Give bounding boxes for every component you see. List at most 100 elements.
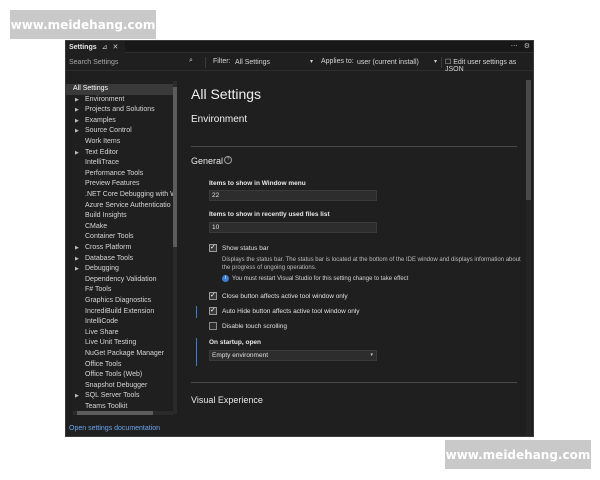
edit-json-button[interactable]: ☐ Edit user settings as JSON <box>445 58 534 73</box>
sidebar-item-label: SQL Server Tools <box>85 392 140 400</box>
scrollbar-thumb[interactable] <box>526 80 531 200</box>
sidebar-item[interactable]: Live Unit Testing <box>65 338 173 349</box>
filter-dropdown[interactable]: All Settings ▾ <box>233 56 315 69</box>
sidebar-item-label: Live Share <box>85 328 119 336</box>
chevron-right-icon[interactable]: ▶ <box>75 116 79 127</box>
gear-icon[interactable]: ⚙ <box>524 43 530 50</box>
sidebar-item[interactable]: ▶ Database Tools <box>65 254 173 265</box>
sidebar-item[interactable]: Container Tools <box>65 232 173 243</box>
sidebar-item[interactable]: IncrediBuild Extension <box>65 307 173 318</box>
sidebar-item[interactable]: ▶ Debugging <box>65 264 173 275</box>
sidebar-item[interactable]: Live Share <box>65 328 173 339</box>
chevron-right-icon[interactable]: ▶ <box>75 391 79 402</box>
show-status-bar-label: Show status bar <box>222 245 269 252</box>
tab-bar: Settings ⊿ ✕ ⋯ ⚙ <box>65 40 534 53</box>
sidebar-item[interactable]: Performance Tools <box>65 169 173 180</box>
filter-dropdown-value: All Settings <box>235 59 271 66</box>
chevron-right-icon[interactable]: ▶ <box>75 243 79 254</box>
sidebar-item[interactable]: ▶ Examples <box>65 116 173 127</box>
recent-files-items-input[interactable]: 10 <box>209 222 377 233</box>
sidebar-horizontal-scrollbar[interactable] <box>73 411 173 415</box>
chevron-down-icon: ▾ <box>309 59 313 65</box>
window-menu-items-label: Items to show in Window menu <box>209 180 306 187</box>
startup-select[interactable]: Empty environment ▾ <box>209 350 377 361</box>
sidebar-item[interactable]: ▶ Text Editor <box>65 148 173 159</box>
document-icon: ☐ <box>445 59 452 66</box>
settings-tree: All Settings ▶ Environment ▶ Projects and So… <box>65 80 179 412</box>
open-settings-documentation-link[interactable]: Open settings documentation <box>69 425 160 432</box>
disable-touch-scrolling-checkbox[interactable] <box>209 322 217 330</box>
chevron-right-icon[interactable]: ▶ <box>75 95 79 106</box>
content-vertical-scrollbar[interactable] <box>526 80 531 437</box>
sidebar-item[interactable]: Azure Service Authenticatio <box>65 201 173 212</box>
filter-label: Filter: <box>213 58 231 65</box>
sidebar-item[interactable]: ▶ Source Control <box>65 126 173 137</box>
help-icon[interactable]: ? <box>224 156 232 164</box>
search-input[interactable]: Search Settings <box>67 56 205 69</box>
sidebar-item[interactable]: Office Tools (Web) <box>65 370 173 381</box>
sidebar-item[interactable]: Graphics Diagnostics <box>65 296 173 307</box>
info-icon: i <box>222 275 229 282</box>
sidebar-item-label: Work Items <box>85 138 121 145</box>
close-icon[interactable]: ✕ <box>113 43 119 51</box>
window-menu-items-input[interactable]: 22 <box>209 190 377 201</box>
sidebar-item[interactable]: F# Tools <box>65 285 173 296</box>
sidebar-item-label: Container Tools <box>85 233 134 241</box>
applies-to-dropdown[interactable]: user (current install) ▾ <box>355 56 439 69</box>
chevron-right-icon[interactable]: ▶ <box>75 126 79 137</box>
auto-hide-label: Auto Hide button affects active tool win… <box>222 308 360 315</box>
sidebar-item[interactable]: ▶ Projects and Solutions <box>65 105 173 116</box>
sidebar-item[interactable]: CMake <box>65 222 173 233</box>
sidebar-vertical-scrollbar[interactable] <box>173 81 177 414</box>
sidebar-item[interactable]: Work Items <box>65 137 173 148</box>
sidebar-item-label: Source Control <box>85 127 132 135</box>
settings-toolbar: Search Settings ⌕ Filter: All Settings ▾… <box>65 54 534 73</box>
sidebar-item[interactable]: All Settings <box>65 84 173 95</box>
scrollbar-thumb[interactable] <box>173 87 177 247</box>
toolbar-divider <box>441 57 442 68</box>
edit-json-label: Edit user settings as JSON <box>445 59 517 73</box>
sidebar-item-label: All Settings <box>73 85 109 92</box>
sidebar-item[interactable]: IntelliTrace <box>65 158 173 169</box>
show-status-bar-description: Displays the status bar. The status bar … <box>222 257 521 271</box>
chevron-down-icon: ▾ <box>370 352 373 358</box>
sidebar-item-label: Preview Features <box>85 180 140 188</box>
chevron-right-icon[interactable]: ▶ <box>75 105 79 116</box>
sidebar-item[interactable]: Preview Features <box>65 179 173 190</box>
sidebar-item[interactable]: IntelliCode <box>65 317 173 328</box>
scrollbar-thumb[interactable] <box>77 411 153 415</box>
show-status-bar-checkbox[interactable] <box>209 243 217 252</box>
sidebar-item[interactable]: ▶ SQL Server Tools <box>65 391 173 402</box>
search-icon[interactable]: ⌕ <box>189 57 193 65</box>
chevron-right-icon[interactable]: ▶ <box>75 264 79 275</box>
section-divider <box>191 382 517 383</box>
chevron-right-icon[interactable]: ▶ <box>75 254 79 265</box>
sidebar-item[interactable]: Dependency Validation <box>65 275 173 286</box>
sidebar-item[interactable]: ▶ Environment <box>65 95 173 106</box>
overflow-menu-icon[interactable]: ⋯ <box>511 43 518 50</box>
chevron-right-icon[interactable]: ▶ <box>75 148 79 159</box>
modified-setting-indicator <box>196 338 197 366</box>
section-heading-visual-experience: Visual Experience <box>191 395 263 405</box>
sidebar-item[interactable]: Build Insights <box>65 211 173 222</box>
page-title: All Settings <box>191 86 262 102</box>
close-button-checkbox[interactable] <box>209 291 217 300</box>
settings-content: All Settings Environment General ? Items… <box>183 80 523 437</box>
sidebar-item[interactable]: .NET Core Debugging with W <box>65 190 173 201</box>
sidebar-item-label: Debugging <box>85 265 119 273</box>
restart-notice-text: You must restart Visual Studio for this … <box>232 276 409 283</box>
close-button-label: Close button affects active tool window … <box>222 293 348 300</box>
sidebar-item-label: Projects and Solutions <box>85 106 155 114</box>
sidebar-item[interactable]: Snapshot Debugger <box>65 381 173 392</box>
sidebar-item-label: NuGet Package Manager <box>85 350 164 357</box>
tab-settings[interactable]: Settings ⊿ ✕ <box>65 40 125 53</box>
sidebar-item-label: F# Tools <box>85 286 112 294</box>
auto-hide-checkbox[interactable] <box>209 306 217 315</box>
tab-actions: ⋯ ⚙ <box>511 42 530 50</box>
sidebar-item[interactable]: NuGet Package Manager <box>65 349 173 360</box>
chevron-down-icon: ▾ <box>433 59 437 65</box>
sidebar-item[interactable]: Office Tools <box>65 360 173 371</box>
pin-icon[interactable]: ⊿ <box>102 43 108 51</box>
sidebar-item[interactable]: ▶ Cross Platform <box>65 243 173 254</box>
startup-select-value: Empty environment <box>212 352 268 359</box>
